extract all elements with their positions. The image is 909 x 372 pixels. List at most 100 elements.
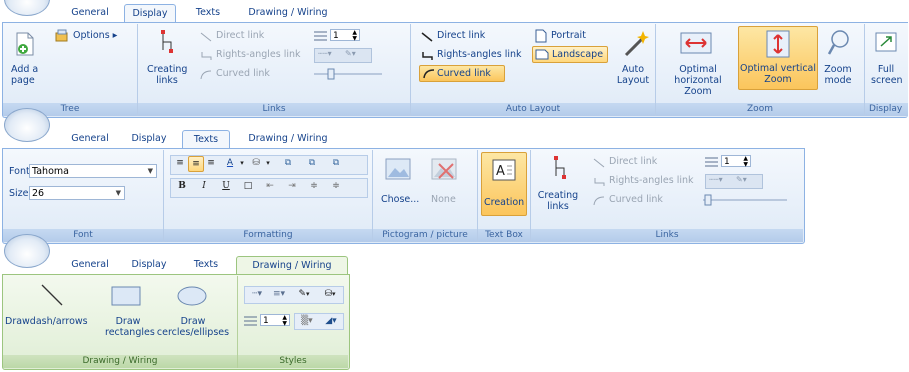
spinner-arrows-icon: ▲ ▼ (352, 29, 357, 42)
group-pictogram: Chose... None Pictogram / picture (373, 150, 478, 242)
zoom-mode-button[interactable]: Zoom mode (822, 64, 854, 86)
draw-arrows-button[interactable]: Drawdash/arrows (5, 316, 88, 327)
line-width-value: 1 (333, 31, 339, 41)
draw-arrow-icon (41, 284, 63, 306)
full-screen-button[interactable]: Full screen (871, 64, 903, 86)
ribbon-body: Font Tahoma ▼ Size 26 ▼ Font ≡ ≡ ≡ A ▾ ⛁ ▾… (2, 148, 805, 244)
bold-button[interactable]: B (175, 179, 189, 193)
draw-rectangles-button[interactable]: Draw rectangles (105, 316, 155, 338)
add-page-button[interactable]: Add a page (11, 64, 47, 86)
align-left-icon[interactable]: ≡ (173, 156, 187, 170)
portrait-item[interactable]: Portrait (551, 30, 586, 41)
line-style-dropdowns[interactable]: ┄┄▾ ✎▾ (705, 174, 763, 189)
vertical-align-top-icon[interactable]: ≑ (307, 179, 321, 193)
tab-display[interactable]: Display (124, 4, 176, 23)
size-combo[interactable]: 26 ▼ (29, 186, 125, 200)
auto-curved-link-item[interactable]: Curved link (419, 65, 505, 82)
tab-general[interactable]: General (62, 130, 118, 148)
creating-links-button[interactable]: Creating links (537, 190, 579, 212)
curved-link-icon (200, 70, 212, 80)
font-color-dropdown-icon[interactable]: ▾ (235, 156, 249, 170)
line-width-spinner[interactable]: 1 ▲ ▼ (721, 155, 751, 168)
tab-strip: General Display Texts Drawing / Wiring (0, 0, 909, 23)
auto-rights-angles-link-item[interactable]: Rights-angles link (437, 49, 522, 60)
link-slider[interactable] (314, 68, 384, 80)
group-formatting: ≡ ≡ ≡ A ▾ ⛁ ▾ ⧉ ⧉ ⧉ B I U □ ⇤ ⇥ ≑ ≑ Form… (164, 150, 373, 242)
tab-drawing-wiring[interactable]: Drawing / Wiring (236, 256, 348, 275)
group-auto-layout: Direct link Rights-angles link Curved li… (411, 24, 656, 116)
tab-display[interactable]: Display (126, 256, 172, 274)
chevron-down-icon: ▼ (147, 167, 153, 175)
tab-texts[interactable]: Texts (182, 130, 230, 149)
underline-button[interactable]: U (219, 179, 233, 193)
tab-texts[interactable]: Texts (186, 256, 226, 274)
rights-angles-link-item[interactable]: Rights-angles link (609, 175, 694, 186)
line-width-spinner[interactable]: 1 ▲ ▼ (260, 314, 290, 327)
tab-general[interactable]: General (62, 256, 118, 274)
no-picture-button[interactable]: None (431, 194, 456, 205)
decrease-indent-icon[interactable]: ⇤ (263, 179, 277, 193)
tab-display[interactable]: Display (126, 130, 172, 148)
rights-angles-link-item[interactable]: Rights-angles link (216, 49, 301, 60)
optimal-horizontal-zoom-icon (680, 32, 712, 54)
line-style-dropdowns[interactable]: ┄┄▾ ✎▾ (314, 48, 372, 63)
link-slider[interactable] (703, 194, 787, 206)
fill-color-dropdown-icon[interactable]: ▾ (261, 156, 275, 170)
landscape-item[interactable]: Landscape (532, 46, 608, 63)
portrait-icon (535, 29, 547, 43)
direct-link-item[interactable]: Direct link (216, 30, 264, 41)
tab-drawing-wiring[interactable]: Drawing / Wiring (238, 130, 338, 148)
text-position-1-icon[interactable]: ⧉ (281, 156, 295, 170)
svg-text:A: A (496, 164, 505, 179)
tab-general[interactable]: General (62, 4, 118, 22)
full-screen-icon (875, 32, 897, 52)
tab-strip: General Display Texts Drawing / Wiring (0, 108, 805, 149)
zoom-mode-label: Zoom mode (824, 64, 852, 86)
border-icon[interactable]: □ (241, 179, 255, 193)
vertical-align-middle-icon[interactable]: ≑ (329, 179, 343, 193)
optimal-horizontal-zoom-button[interactable]: Optimal horizontal Zoom (660, 64, 736, 97)
tab-drawing-wiring[interactable]: Drawing / Wiring (238, 4, 338, 22)
draw-ellipses-button[interactable]: Draw cercles/ellipses (153, 316, 233, 338)
auto-curved-link-label: Curved link (437, 68, 491, 79)
text-position-3-icon[interactable]: ⧉ (329, 156, 343, 170)
pattern-icon[interactable]: ▒▾ (297, 314, 317, 328)
group-label-links: Links (138, 103, 410, 116)
pen-color-icon[interactable]: ✎▾ (293, 287, 315, 301)
creating-links-label: Creating links (537, 190, 579, 212)
increase-indent-icon[interactable]: ⇥ (285, 179, 299, 193)
line-width-icon (314, 31, 327, 41)
optimal-vertical-zoom-button[interactable]: Optimal vertical Zoom (738, 26, 818, 90)
auto-layout-button[interactable]: Auto Layout (611, 64, 655, 86)
fill-color-icon[interactable]: ⛁▾ (319, 287, 341, 301)
curved-link-item[interactable]: Curved link (216, 68, 270, 79)
tab-texts[interactable]: Texts (188, 4, 228, 22)
text-position-2-icon[interactable]: ⧉ (305, 156, 319, 170)
line-style-icon[interactable]: ≡▾ (269, 287, 289, 301)
group-label-display: Display (865, 103, 908, 116)
curved-link-item[interactable]: Curved link (609, 194, 663, 205)
ribbon-drawing-wiring: General Display Texts Drawing / Wiring D… (0, 234, 350, 372)
shape-style-icon[interactable]: ◢▾ (321, 314, 341, 328)
options-menu[interactable]: Options ▸ (73, 30, 117, 41)
app-menu-button[interactable] (4, 234, 50, 268)
chevron-down-icon: ▼ (115, 189, 121, 197)
options-label: Options (73, 30, 110, 41)
choose-picture-button[interactable]: Chose... (381, 194, 419, 205)
group-label-auto-layout: Auto Layout (411, 103, 655, 116)
italic-button[interactable]: I (197, 179, 211, 193)
align-right-icon[interactable]: ≡ (204, 156, 218, 170)
font-combo[interactable]: Tahoma ▼ (29, 164, 157, 178)
app-menu-button[interactable] (4, 0, 50, 16)
dash-style-icon[interactable]: ┄▾ (247, 287, 267, 301)
line-width-icon (244, 316, 257, 326)
auto-direct-link-item[interactable]: Direct link (437, 30, 485, 41)
alignment-toolbar: ≡ ≡ ≡ A ▾ ⛁ ▾ ⧉ ⧉ ⧉ (170, 155, 368, 175)
direct-link-item[interactable]: Direct link (609, 156, 657, 167)
align-center-icon[interactable]: ≡ (188, 156, 204, 172)
app-menu-button[interactable] (4, 108, 50, 142)
creating-links-button[interactable]: Creating links (147, 64, 187, 86)
line-width-spinner[interactable]: 1 ▲ ▼ (330, 29, 360, 42)
text-box-creation-button[interactable]: A Creation (481, 152, 527, 216)
right-angle-link-icon (594, 178, 605, 186)
